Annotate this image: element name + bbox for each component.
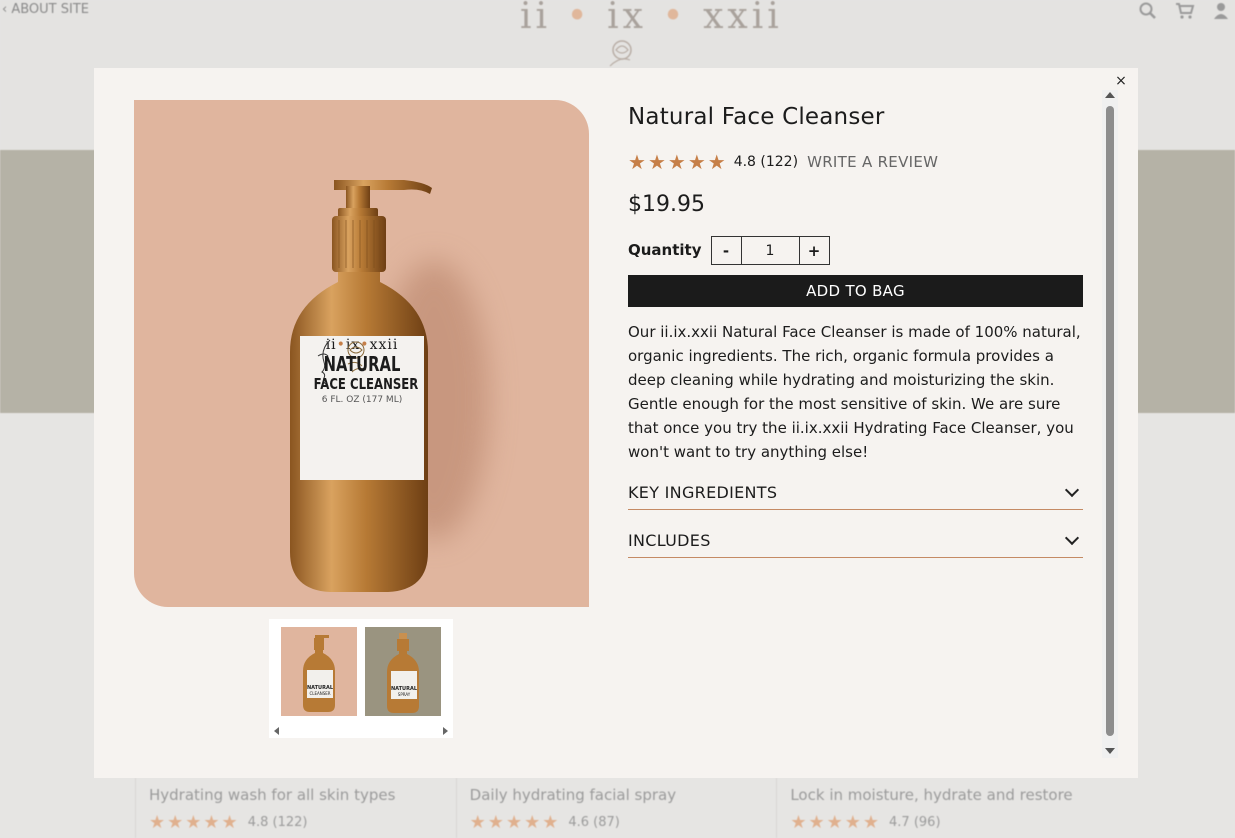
write-review-link[interactable]: WRITE A REVIEW [807,153,938,171]
site-logo[interactable]: ii • ix • xxii [520,0,783,37]
accordion-includes[interactable]: INCLUDES [628,523,1083,558]
svg-text:CLEANSER: CLEANSER [309,691,330,696]
product-card[interactable]: Daily hydrating facial spray ★★★★★ 4.6 (8… [455,778,777,838]
quantity-stepper: - + [710,236,830,265]
product-main-image: ii•ix•xxii NATURAL FACE CLEANSER 6 FL. O… [134,100,589,607]
card-rating: 4.7 (96) [889,815,941,830]
quantity-label: Quantity [628,240,702,259]
accordion-label: INCLUDES [628,530,711,550]
scroll-up-arrow-icon[interactable] [1105,92,1115,98]
chevron-down-icon [1064,530,1080,546]
product-description: Our ii.ix.xxii Natural Face Cleanser is … [628,323,1081,461]
product-info: Natural Face Cleanser ★ ★ ★ ★ ★ 4.8 (122… [628,104,1083,558]
product-title: Natural Face Cleanser [628,104,885,130]
close-icon[interactable]: × [1114,74,1128,88]
rating-stars: ★ ★ ★ ★ ★ [628,152,726,172]
chevron-down-icon [1064,482,1080,498]
label-line2: FACE CLEANSER [313,375,419,393]
bottle-label: ii•ix•xxii NATURAL FACE CLEANSER 6 FL. O… [300,336,424,480]
add-to-bag-button[interactable]: ADD TO BAG [628,275,1083,307]
card-rating: 4.6 (87) [568,815,620,830]
thumbnail-spray[interactable]: NATURAL SPRAY [365,627,441,716]
card-title: Daily hydrating facial spray [469,786,677,804]
star-icon: ★ [687,150,706,174]
stars-icon: ★★★★★ [469,812,561,833]
quantity-input[interactable] [740,237,800,264]
label-line1: NATURAL [323,352,401,376]
accordion-label: KEY INGREDIENTS [628,482,778,502]
rating-row: ★ ★ ★ ★ ★ 4.8 (122) WRITE A REVIEW [628,152,938,172]
rating-count: 4.8 (122) [733,154,799,170]
star-icon: ★ [647,150,666,174]
accordion-key-ingredients[interactable]: KEY INGREDIENTS [628,475,1083,510]
thumbnail-prev-arrow-icon[interactable] [274,727,279,735]
card-title: Hydrating wash for all skin types [149,786,396,804]
scroll-thumb[interactable] [1106,106,1114,736]
label-volume: 6 FL. OZ (177 ML) [321,395,403,405]
search-icon[interactable] [1139,2,1157,25]
product-price: $19.95 [628,192,705,217]
svg-text:SPRAY: SPRAY [398,692,411,697]
star-icon: ★ [707,150,726,174]
cart-icon[interactable] [1175,2,1195,25]
product-cards: Hydrating wash for all skin types ★★★★★ 4… [135,778,1097,838]
header-icons [1139,2,1229,25]
stars-icon: ★★★★★ [790,812,882,833]
quantity-increase-button[interactable]: + [799,237,829,264]
thumbnail-carousel: NATURAL CLEANSER NATURAL SPRAY [269,619,453,738]
star-icon: ★ [667,150,686,174]
card-rating: 4.8 (122) [247,815,308,830]
card-title: Lock in moisture, hydrate and restore [790,786,1073,804]
thumbnail-next-arrow-icon[interactable] [443,727,448,735]
scroll-down-arrow-icon[interactable] [1105,748,1115,754]
quantity-row: Quantity - + [628,234,830,265]
modal-scrollbar[interactable] [1102,90,1118,758]
account-icon[interactable] [1213,2,1229,25]
quick-view-modal: × ii•ix•xxii NATURAL FACE CLEANSER 6 FL.… [94,68,1138,778]
product-card[interactable]: Hydrating wash for all skin types ★★★★★ 4… [135,778,456,838]
star-icon: ★ [628,150,646,174]
product-card[interactable]: Lock in moisture, hydrate and restore ★★… [776,778,1097,838]
rose-logo-icon [609,40,632,67]
quantity-decrease-button[interactable]: - [711,237,741,264]
about-site-link[interactable]: ‹ ABOUT SITE [2,2,89,17]
stars-icon: ★★★★★ [149,812,240,833]
thumbnail-cleanser[interactable]: NATURAL CLEANSER [281,627,357,716]
